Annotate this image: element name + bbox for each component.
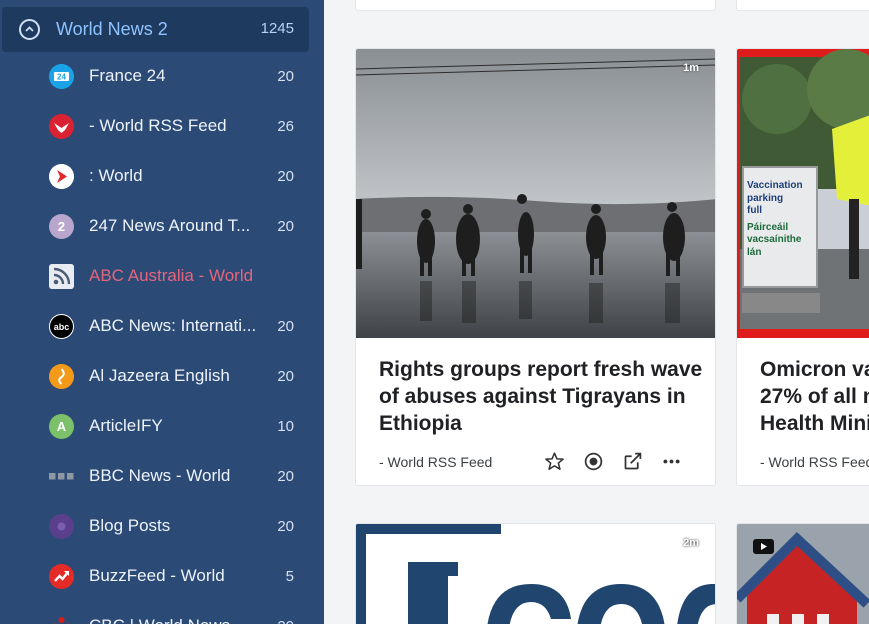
sidebar-feed-count: 20 [277,68,294,85]
article-title-line: of abuses against Tigrayans in [379,385,686,408]
article-title-line: Health Mini [760,412,869,435]
sidebar-feed-name: Blog Posts [89,516,171,535]
sidebar-feed-item[interactable]: 24 France 24 20 [0,52,324,102]
article-card-top-left[interactable] [355,0,716,11]
sidebar-feed-name: 247 News Around T... [89,216,251,235]
sidebar-feed-item[interactable]: Blog Posts 20 [0,502,324,552]
sidebar-feed-name: BuzzFeed - World [89,566,225,585]
sidebar-feed-name: ABC News: Internati... [89,316,257,335]
sidebar-feed-item[interactable]: BBC News - World 20 [0,452,324,502]
article-source[interactable]: - World RSS Feed [760,454,869,470]
sidebar-feed-item[interactable]: A ArticleIFY 10 [0,402,324,452]
cbc-logo-icon [49,614,74,624]
letter-avatar-icon: A [49,414,74,439]
article-title-line: Omicron va [760,358,869,381]
article-thumbnail[interactable] [737,524,869,624]
blog-icon [49,514,74,539]
sidebar-feed-item[interactable]: abc ABC News: Internati... 20 [0,302,324,352]
external-link-icon[interactable] [622,451,643,472]
article-title[interactable]: Rights groups report fresh wave of abuse… [379,356,702,437]
trend-arrow-icon [49,564,74,589]
folder-title: World News 2 [56,19,168,39]
bbc-logo-icon [49,464,74,489]
aljazeera-icon [49,364,74,389]
sidebar-feed-count: 20 [277,318,294,335]
sidebar-feed-name: Al Jazeera English [89,366,230,385]
sidebar-feed-count: 20 [277,518,294,535]
sidebar-feed-name: CBC | World News [89,616,230,624]
sidebar-feed-item[interactable]: - World RSS Feed 26 [0,102,324,152]
sidebar-feed-item[interactable]: : World 20 [0,152,324,202]
article-card-tigray[interactable]: 1m Rights groups report fresh wave of ab… [355,48,716,486]
star-icon[interactable] [544,451,565,472]
sidebar-feed-name: : World [89,166,143,185]
article-source[interactable]: - World RSS Feed [379,454,492,470]
letter-avatar-icon: 2 [49,214,74,239]
article-age: 2m [683,537,699,549]
sidebar: World News 2 1245 24 France 24 20 - World R… [0,0,324,624]
article-title-line: Ethiopia [379,412,462,435]
article-actions [544,451,682,472]
sidebar-feed-name: - World RSS Feed [89,116,227,135]
sidebar-feed-item[interactable]: Al Jazeera English 20 [0,352,324,402]
more-options-icon[interactable] [661,451,682,472]
article-grid: 1m Rights groups report fresh wave of ab… [324,0,869,624]
france24-icon: 24 [49,64,74,89]
abc-logo-icon: abc [49,314,74,339]
article-title[interactable]: Omicron va 27% of all n Health Mini [760,356,869,437]
eagle-icon [49,114,74,139]
sidebar-feed-count: 20 [277,468,294,485]
sidebar-feed-count: 20 [277,368,294,385]
article-thumbnail[interactable]: Vaccination parking full Páirceáil vacsa… [737,49,869,338]
article-age: 1m [683,62,699,74]
sidebar-feed-count: 20 [277,168,294,185]
article-title-line: 27% of all n [760,385,869,408]
svg-text:24: 24 [57,73,66,82]
article-thumbnail[interactable]: 2m [356,524,715,624]
play-logo-icon [49,164,74,189]
sidebar-feed-name: ABC Australia - World [89,266,254,285]
article-card-top-right[interactable] [736,0,869,11]
mark-read-icon[interactable] [583,451,604,472]
article-card-bottom-left[interactable]: 2m [355,523,716,624]
sidebar-feed-count: 10 [277,418,294,435]
folder-count: 1245 [260,20,294,37]
article-card-omicron[interactable]: Vaccination parking full Páirceáil vacsa… [736,48,869,486]
sidebar-feed-name: BBC News - World [89,466,231,485]
sidebar-feed-count: 20 [277,618,294,624]
chevron-up-icon[interactable] [19,19,40,40]
sidebar-feed-count: 5 [285,568,294,585]
sidebar-feed-item[interactable]: ABC Australia - World [0,252,324,302]
sidebar-feed-item[interactable]: CBC | World News 20 [0,602,324,624]
article-title-line: Rights groups report fresh wave [379,358,703,381]
sidebar-feed-name: ArticleIFY [89,416,163,435]
vaccination-sign: Vaccination parking full Páirceáil vacsa… [747,180,803,258]
sidebar-feed-count: 20 [277,218,294,235]
sidebar-feed-name: France 24 [89,66,166,85]
sidebar-feed-item[interactable]: 2 247 News Around T... 20 [0,202,324,252]
article-card-bottom-right[interactable] [736,523,869,624]
rss-icon [49,264,74,289]
article-thumbnail[interactable]: 1m [356,49,715,338]
video-play-icon[interactable] [753,539,774,554]
sidebar-feed-item[interactable]: BuzzFeed - World 5 [0,552,324,602]
sidebar-feed-count: 26 [277,118,294,135]
folder-world-news-2[interactable]: World News 2 1245 [2,7,309,52]
